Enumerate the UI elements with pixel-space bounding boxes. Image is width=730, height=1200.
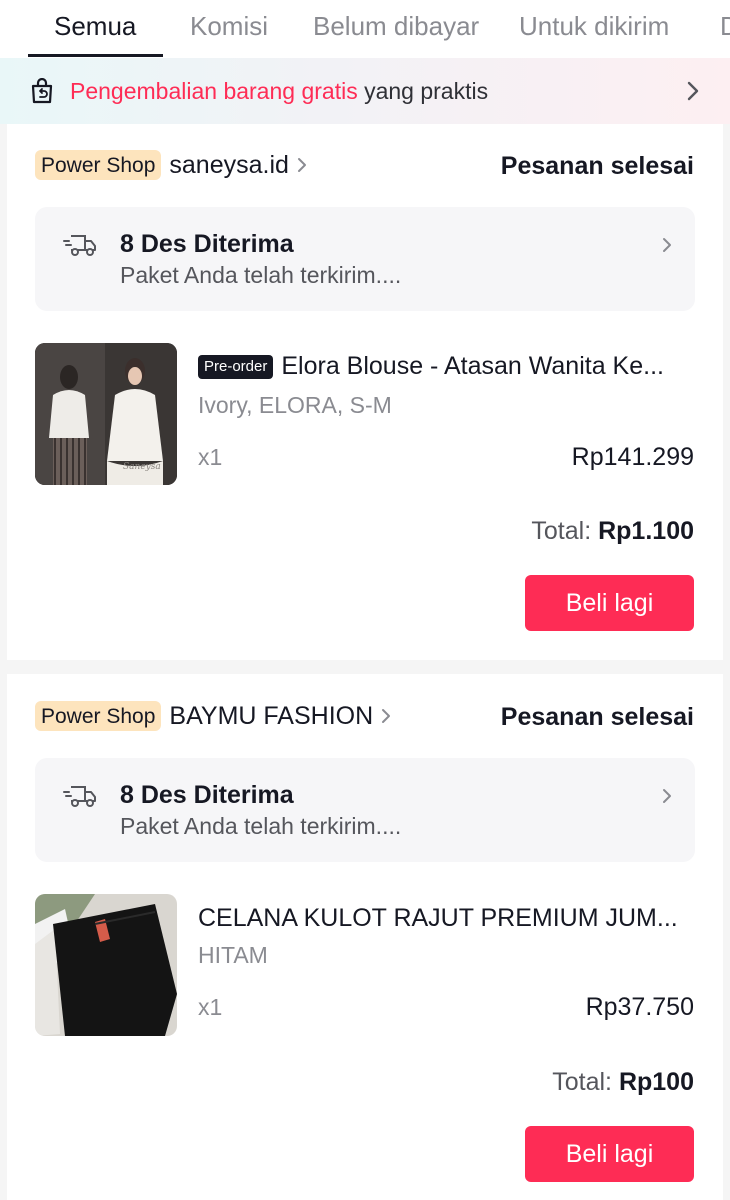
total-label: Total: (552, 1068, 619, 1096)
shop-name[interactable]: saneysa.id (169, 151, 289, 180)
delivery-title: 8 Des Diterima (120, 230, 294, 258)
shop-header[interactable]: Power Shop saneysa.id (35, 149, 307, 181)
delivery-subtitle: Paket Anda telah terkirim.... (120, 813, 402, 839)
buy-again-button[interactable]: Beli lagi (525, 1126, 694, 1182)
banner-rest: yang praktis (357, 78, 489, 104)
product-quantity: x1 (198, 444, 223, 470)
order-tabs: Semua Komisi Belum dibayar Untuk dikirim… (0, 0, 730, 58)
svg-text:Saneysa: Saneysa (123, 462, 161, 472)
delivery-title: 8 Des Diterima (120, 781, 294, 809)
product-title[interactable]: Pre-order Elora Blouse - Atasan Wanita K… (198, 352, 698, 381)
delivery-truck-icon (63, 786, 96, 807)
order-total: Total: Rp1.100 (531, 517, 694, 546)
total-label: Total: (531, 517, 599, 545)
delivery-status-box[interactable]: 8 Des Diterima Paket Anda telah terkirim… (35, 758, 695, 862)
product-variant: Ivory, ELORA, S-M (198, 392, 392, 418)
active-tab-indicator (28, 54, 163, 57)
product-price: Rp37.750 (585, 993, 694, 1021)
product-title-text: Elora Blouse - Atasan Wanita Ke... (281, 352, 664, 380)
chevron-right-icon (663, 238, 671, 252)
chevron-right-icon (382, 709, 391, 723)
chevron-right-icon (663, 789, 671, 803)
delivery-truck-icon (63, 235, 96, 256)
total-value: Rp100 (618, 1068, 694, 1096)
order-status: Pesanan selesai (500, 703, 694, 731)
delivery-subtitle: Paket Anda telah terkirim.... (120, 262, 402, 288)
delivery-status-box[interactable]: 8 Des Diterima Paket Anda telah terkirim… (35, 207, 695, 311)
tab-komisi[interactable]: Komisi (190, 0, 268, 58)
tab-semua[interactable]: Semua (54, 0, 136, 58)
banner-highlight: Pengembalian barang gratis (70, 78, 358, 104)
order-card: Power Shop saneysa.id Pesanan selesai 8 … (7, 124, 723, 660)
product-price: Rp141.299 (571, 443, 694, 471)
order-total: Total: Rp100 (552, 1068, 694, 1097)
total-value: Rp1.100 (598, 517, 694, 545)
buy-again-button[interactable]: Beli lagi (525, 575, 694, 631)
product-image[interactable]: Saneysa (35, 343, 177, 485)
shop-header[interactable]: Power Shop BAYMU FASHION (35, 700, 391, 732)
product-variant: HITAM (198, 942, 268, 968)
tab-belum-dibayar[interactable]: Belum dibayar (313, 0, 479, 58)
product-title-text: CELANA KULOT RAJUT PREMIUM JUM... (198, 904, 678, 932)
product-quantity: x1 (198, 994, 223, 1020)
banner-text: Pengembalian barang gratis yang praktis (70, 78, 488, 105)
power-shop-badge: Power Shop (35, 701, 162, 731)
chevron-right-icon (297, 158, 306, 172)
tab-untuk-dikirim[interactable]: Untuk dikirim (519, 0, 669, 58)
chevron-right-icon (687, 81, 699, 101)
product-title[interactable]: CELANA KULOT RAJUT PREMIUM JUM... (198, 904, 698, 933)
free-return-banner[interactable]: Pengembalian barang gratis yang praktis (0, 58, 730, 124)
power-shop-badge: Power Shop (35, 150, 162, 180)
shop-name[interactable]: BAYMU FASHION (169, 702, 373, 731)
product-image[interactable] (35, 894, 177, 1036)
order-status: Pesanan selesai (500, 152, 694, 180)
return-bag-icon (31, 78, 53, 104)
order-card: Power Shop BAYMU FASHION Pesanan selesai… (7, 674, 723, 1200)
preorder-badge: Pre-order (198, 354, 274, 379)
tab-d[interactable]: D (720, 0, 730, 58)
